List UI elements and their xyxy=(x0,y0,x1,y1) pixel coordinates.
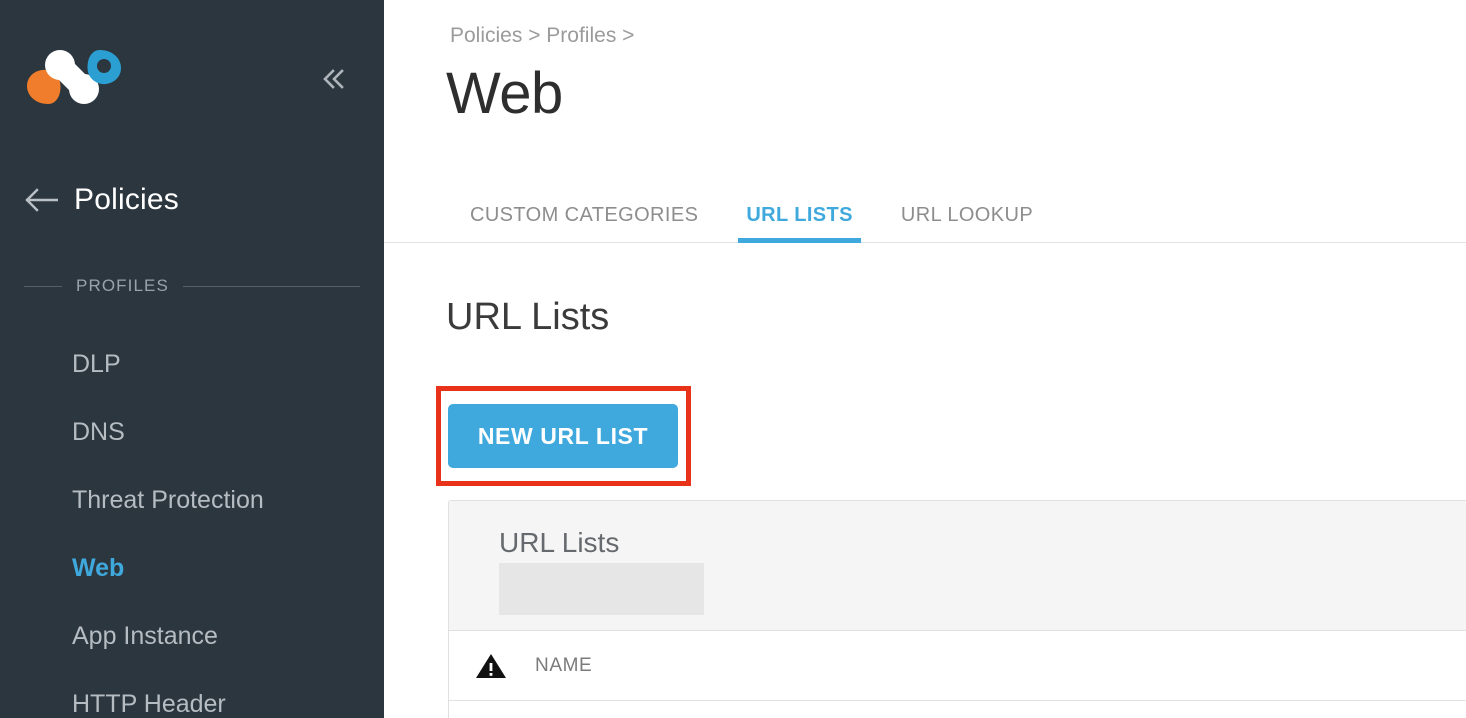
tab-custom-categories[interactable]: CUSTOM CATEGORIES xyxy=(446,188,722,242)
tab-url-lookup[interactable]: URL LOOKUP xyxy=(877,188,1057,242)
tab-url-lists[interactable]: URL LISTS xyxy=(722,188,877,243)
table-header-row: NAME xyxy=(449,631,1466,701)
divider-line-left xyxy=(24,285,62,287)
breadcrumb[interactable]: Policies > Profiles > xyxy=(450,24,634,48)
warning-triangle-icon xyxy=(449,652,533,680)
sidebar-item-threat-protection[interactable]: Threat Protection xyxy=(0,466,384,534)
section-heading: URL Lists xyxy=(446,296,610,338)
netskope-logo[interactable] xyxy=(22,48,126,106)
sidebar-item-dns[interactable]: DNS xyxy=(0,398,384,466)
divider-line-right xyxy=(182,285,360,287)
sidebar-item-web[interactable]: Web xyxy=(0,534,384,602)
sidebar-nav-list: DLP DNS Threat Protection Web App Instan… xyxy=(0,330,384,718)
column-header-name[interactable]: NAME xyxy=(533,655,592,677)
new-url-list-button[interactable]: NEW URL LIST xyxy=(448,404,678,468)
sidebar: Policies PROFILES DLP DNS Threat Protect… xyxy=(0,0,384,718)
table-row xyxy=(449,701,1466,718)
chevron-double-left-icon xyxy=(323,69,344,89)
url-lists-card: URL Lists NAME xyxy=(448,500,1466,718)
main-content: Policies > Profiles > Web CUSTOM CATEGOR… xyxy=(384,0,1466,718)
arrow-left-icon xyxy=(24,185,62,215)
tab-bar: CUSTOM CATEGORIES URL LISTS URL LOOKUP xyxy=(384,188,1466,243)
sidebar-back-policies[interactable]: Policies xyxy=(0,172,384,228)
sidebar-section-profiles: PROFILES xyxy=(0,276,384,296)
sidebar-item-http-header[interactable]: HTTP Header xyxy=(0,670,384,718)
page-title: Web xyxy=(446,61,563,126)
sidebar-item-dlp[interactable]: DLP xyxy=(0,330,384,398)
app-root: Policies PROFILES DLP DNS Threat Protect… xyxy=(0,0,1466,718)
sidebar-section-label: PROFILES xyxy=(76,276,169,295)
sidebar-item-app-instance[interactable]: App Instance xyxy=(0,602,384,670)
sidebar-back-label: Policies xyxy=(74,183,179,216)
search-input-placeholder[interactable] xyxy=(499,563,704,615)
card-header: URL Lists xyxy=(449,501,1466,631)
card-title: URL Lists xyxy=(499,527,620,558)
sidebar-collapse-button[interactable] xyxy=(316,62,352,96)
sidebar-header xyxy=(0,0,384,150)
